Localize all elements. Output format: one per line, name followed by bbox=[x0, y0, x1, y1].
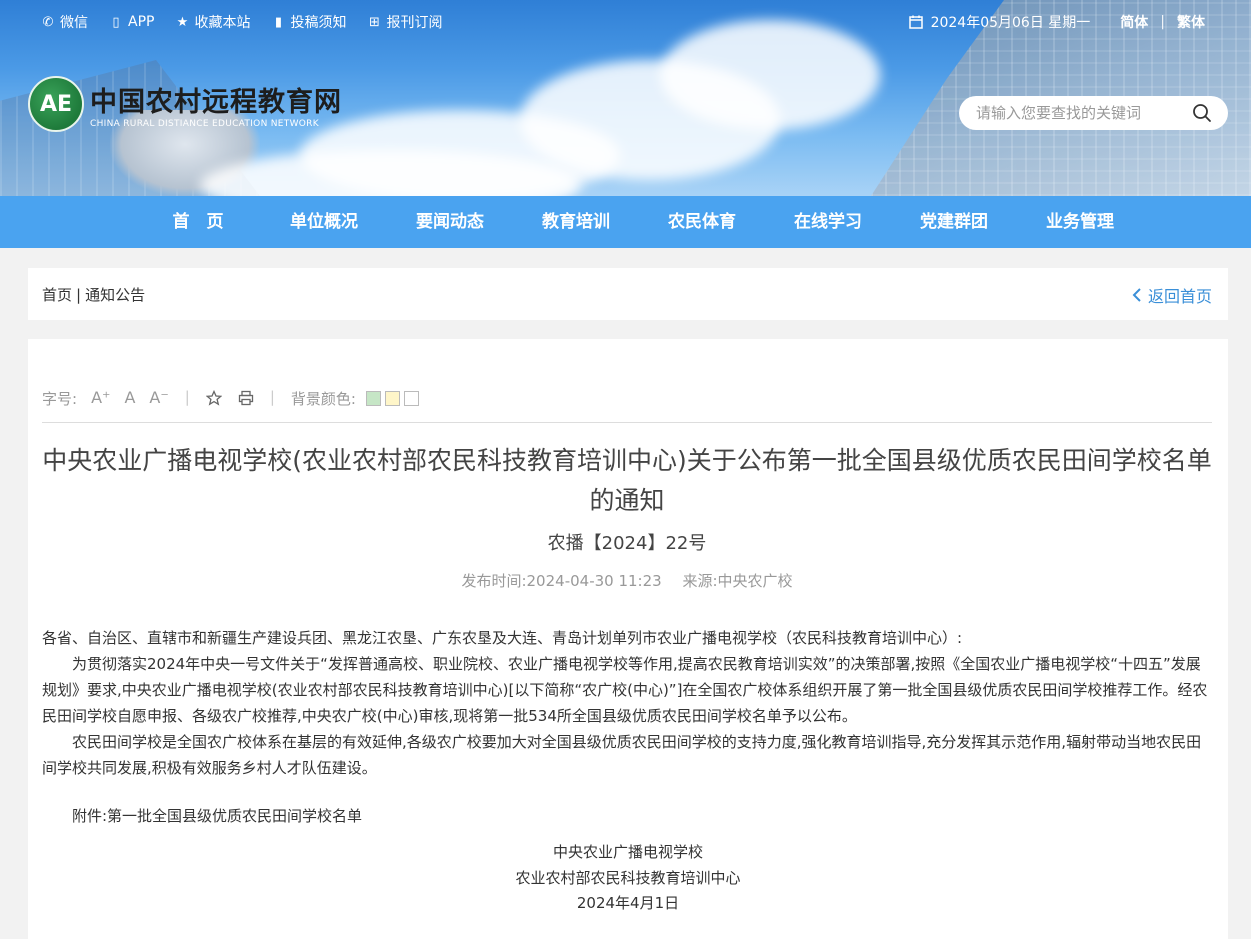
breadcrumb-home-link[interactable]: 首页 bbox=[42, 286, 72, 304]
phone-icon: ▯ bbox=[112, 14, 120, 30]
source-label: 来源: bbox=[682, 572, 718, 590]
logo-text: 中国农村远程教育网 CHINA RURAL DISTIANCE EDUCATIO… bbox=[90, 80, 342, 129]
article-toolbar: 字号: A⁺ A A⁻ | | 背景颜色: bbox=[42, 388, 1212, 423]
nav-item-about[interactable]: 单位概况 bbox=[261, 196, 387, 248]
logo-title-en: CHINA RURAL DISTIANCE EDUCATION NETWORK bbox=[90, 118, 319, 129]
font-larger-button[interactable]: A⁺ bbox=[91, 388, 110, 407]
publish-time: 2024-04-30 11:23 bbox=[526, 572, 662, 590]
source-value: 中央农广校 bbox=[717, 572, 793, 590]
lang-separator: | bbox=[1160, 14, 1165, 30]
main-nav: 首 页 单位概况 要闻动态 教育培训 农民体育 在线学习 党建群团 业务管理 bbox=[0, 196, 1251, 248]
star-icon: ★ bbox=[176, 14, 189, 30]
top-link-label: APP bbox=[128, 14, 155, 30]
site-logo[interactable]: AE 中国农村远程教育网 CHINA RURAL DISTIANCE EDUCA… bbox=[28, 76, 342, 132]
nav-item-education[interactable]: 教育培训 bbox=[513, 196, 639, 248]
back-home-label: 返回首页 bbox=[1147, 287, 1212, 306]
print-icon[interactable] bbox=[238, 390, 254, 406]
nav-item-news[interactable]: 要闻动态 bbox=[387, 196, 513, 248]
background-color-label: 背景颜色: bbox=[290, 390, 356, 408]
nav-item-business[interactable]: 业务管理 bbox=[1017, 196, 1143, 248]
font-size-label: 字号: bbox=[42, 390, 78, 408]
favorite-star-icon[interactable] bbox=[205, 390, 222, 406]
article-meta: 发布时间:2024-04-30 11:23 来源:中央农广校 bbox=[42, 570, 1212, 591]
nav-item-online-learning[interactable]: 在线学习 bbox=[765, 196, 891, 248]
bg-swatch-white[interactable] bbox=[403, 391, 419, 406]
article-paragraph: 农民田间学校是全国农广校体系在基层的有效延伸,各级农广校要加大对全国县级优质农民… bbox=[42, 733, 1202, 777]
logo-title-cn: 中国农村远程教育网 bbox=[90, 86, 342, 118]
bar-chart-icon: ▮ bbox=[274, 14, 283, 30]
top-link-wechat[interactable]: ✆ 微信 bbox=[40, 12, 88, 32]
font-normal-button[interactable]: A bbox=[124, 388, 135, 407]
bg-swatch-yellow[interactable] bbox=[384, 391, 400, 406]
top-bar: ✆ 微信 ▯ APP ★ 收藏本站 ▮ 投稿须知 ⊞ 报刊订阅 2024年05月… bbox=[0, 0, 1251, 42]
search-input[interactable] bbox=[974, 103, 1178, 123]
search-box bbox=[959, 96, 1228, 130]
calendar-icon bbox=[908, 15, 923, 29]
article-panel: 字号: A⁺ A A⁻ | | 背景颜色: 中央农业广播电视学校(农业农村部农民… bbox=[28, 339, 1228, 939]
header-banner: ✆ 微信 ▯ APP ★ 收藏本站 ▮ 投稿须知 ⊞ 报刊订阅 2024年05月… bbox=[0, 0, 1251, 196]
top-link-bookmark[interactable]: ★ 收藏本站 bbox=[174, 12, 251, 32]
breadcrumb-current-link[interactable]: 通知公告 bbox=[85, 286, 145, 304]
top-link-label: 投稿须知 bbox=[290, 15, 347, 31]
nav-item-party[interactable]: 党建群团 bbox=[891, 196, 1017, 248]
bg-swatch-green[interactable] bbox=[365, 391, 381, 406]
plus-square-icon: ⊞ bbox=[369, 14, 380, 30]
wechat-icon: ✆ bbox=[42, 14, 54, 30]
top-links: ✆ 微信 ▯ APP ★ 收藏本站 ▮ 投稿须知 ⊞ 报刊订阅 bbox=[40, 12, 443, 32]
lang-simplified-link[interactable]: 简体 bbox=[1120, 12, 1148, 32]
signature-date: 2024年4月1日 bbox=[576, 894, 680, 912]
top-link-subscribe[interactable]: ⊞ 报刊订阅 bbox=[366, 12, 442, 32]
toolbar-divider: | bbox=[184, 388, 190, 406]
top-link-label: 收藏本站 bbox=[194, 15, 251, 31]
article-title: 中央农业广播电视学校(农业农村部农民科技教育培训中心)关于公布第一批全国县级优质… bbox=[42, 446, 1212, 515]
current-date: 2024年05月06日 星期一 bbox=[930, 15, 1091, 31]
nav-item-sports[interactable]: 农民体育 bbox=[639, 196, 765, 248]
breadcrumb-separator: | bbox=[76, 286, 82, 304]
toolbar-divider: | bbox=[269, 388, 275, 406]
top-link-label: 微信 bbox=[60, 15, 88, 31]
back-home-link[interactable]: 返回首页 bbox=[1132, 283, 1212, 307]
article-body: 各省、自治区、直辖市和新疆生产建设兵团、黑龙江农垦、广东农垦及大连、青岛计划单列… bbox=[42, 625, 1214, 829]
chevron-left-icon bbox=[1132, 288, 1141, 302]
font-smaller-button[interactable]: A⁻ bbox=[149, 388, 168, 407]
attachment-link[interactable]: 附件:第一批全国县级优质农民田间学校名单 bbox=[42, 803, 1214, 829]
breadcrumb-bar: 首页 | 通知公告 返回首页 bbox=[28, 268, 1228, 320]
document-number: 农播【2024】22号 bbox=[547, 533, 707, 554]
nav-item-home[interactable]: 首 页 bbox=[135, 196, 261, 248]
top-link-app[interactable]: ▯ APP bbox=[108, 12, 154, 32]
top-link-submission[interactable]: ▮ 投稿须知 bbox=[270, 12, 347, 32]
publish-time-label: 发布时间: bbox=[461, 572, 527, 590]
signature-org-2: 农业农村部农民科技教育培训中心 bbox=[515, 869, 741, 887]
breadcrumb: 首页 | 通知公告 bbox=[42, 284, 145, 305]
article-salutation: 各省、自治区、直辖市和新疆生产建设兵团、黑龙江农垦、广东农垦及大连、青岛计划单列… bbox=[42, 629, 963, 647]
article-paragraph: 为贯彻落实2024年中央一号文件关于“发挥普通高校、职业院校、农业广播电视学校等… bbox=[42, 655, 1208, 725]
lang-traditional-link[interactable]: 繁体 bbox=[1177, 12, 1205, 32]
search-icon[interactable] bbox=[1192, 103, 1212, 123]
signature-org-1: 中央农业广播电视学校 bbox=[552, 843, 703, 861]
top-right: 2024年05月06日 星期一 简体 | 繁体 bbox=[908, 12, 1205, 32]
top-link-label: 报刊订阅 bbox=[386, 15, 443, 31]
logo-mark-icon: AE bbox=[28, 76, 84, 132]
